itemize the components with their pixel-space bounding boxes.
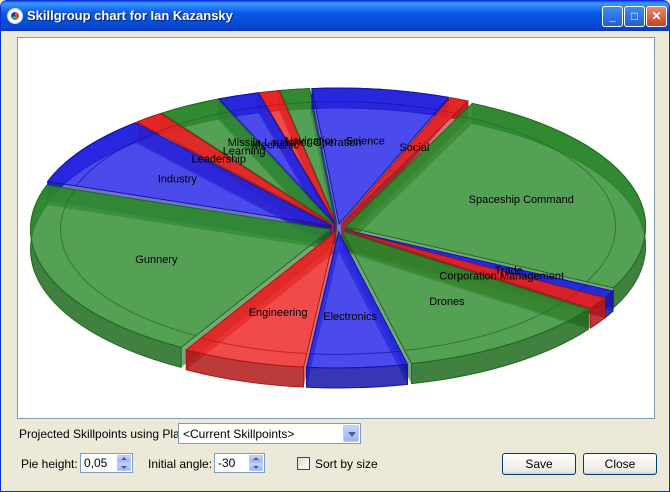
skillgroup-chart-window: Skillgroup chart for Ian Kazansky _ □ ✕ … [0,0,670,492]
save-button[interactable]: Save [502,453,576,475]
sort-by-size-label[interactable]: Sort by size [315,457,378,471]
pie-height-stepper[interactable]: 0,05 [80,453,133,473]
chevron-down-icon[interactable] [343,425,359,442]
spin-down-icon[interactable] [117,463,131,471]
title-bar[interactable]: Skillgroup chart for Ian Kazansky _ □ ✕ [1,1,669,31]
slice-label: Navigation [285,136,337,148]
minimize-button[interactable]: _ [602,6,623,27]
close-window-button[interactable]: ✕ [646,6,667,27]
initial-angle-label: Initial angle: [148,457,213,471]
plan-select-value: <Current Skillpoints> [183,427,295,441]
close-icon: ✕ [651,9,662,23]
maximize-button[interactable]: □ [624,6,645,27]
slice-label: Engineering [249,307,308,319]
close-button[interactable]: Close [583,453,657,475]
slice-label: Social [399,142,429,154]
slice-label: Electronics [323,311,377,323]
window-title: Skillgroup chart for Ian Kazansky [27,8,233,23]
slice-label: Spaceship Command [469,194,574,206]
plan-select[interactable]: <Current Skillpoints> [178,423,361,444]
initial-angle-stepper[interactable]: -30 [214,453,265,473]
maximize-icon: □ [630,9,639,23]
spin-down-icon[interactable] [249,463,263,471]
sort-by-size-checkbox[interactable] [297,457,310,470]
pie-chart-panel: Spaceship Command Trade Corporation Manage… [17,37,655,419]
spin-up-icon[interactable] [249,455,263,463]
slice-label: Drones [429,296,465,308]
pie-height-value: 0,05 [84,456,108,470]
initial-angle-value: -30 [218,456,236,470]
slice-label: Gunnery [135,254,178,266]
pie-chart: Spaceship CommandTradeCorporation Manage… [30,87,647,389]
minimize-icon: _ [609,9,616,23]
pie-chart-icon[interactable] [7,8,23,24]
slice-label: Corporation Management [439,270,564,282]
plan-label: Projected Skillpoints using Plan: [19,427,190,441]
slice-label: Industry [158,174,198,186]
pie-height-label: Pie height: [21,457,78,471]
spin-up-icon[interactable] [117,455,131,463]
slice-label: Science [346,136,385,148]
